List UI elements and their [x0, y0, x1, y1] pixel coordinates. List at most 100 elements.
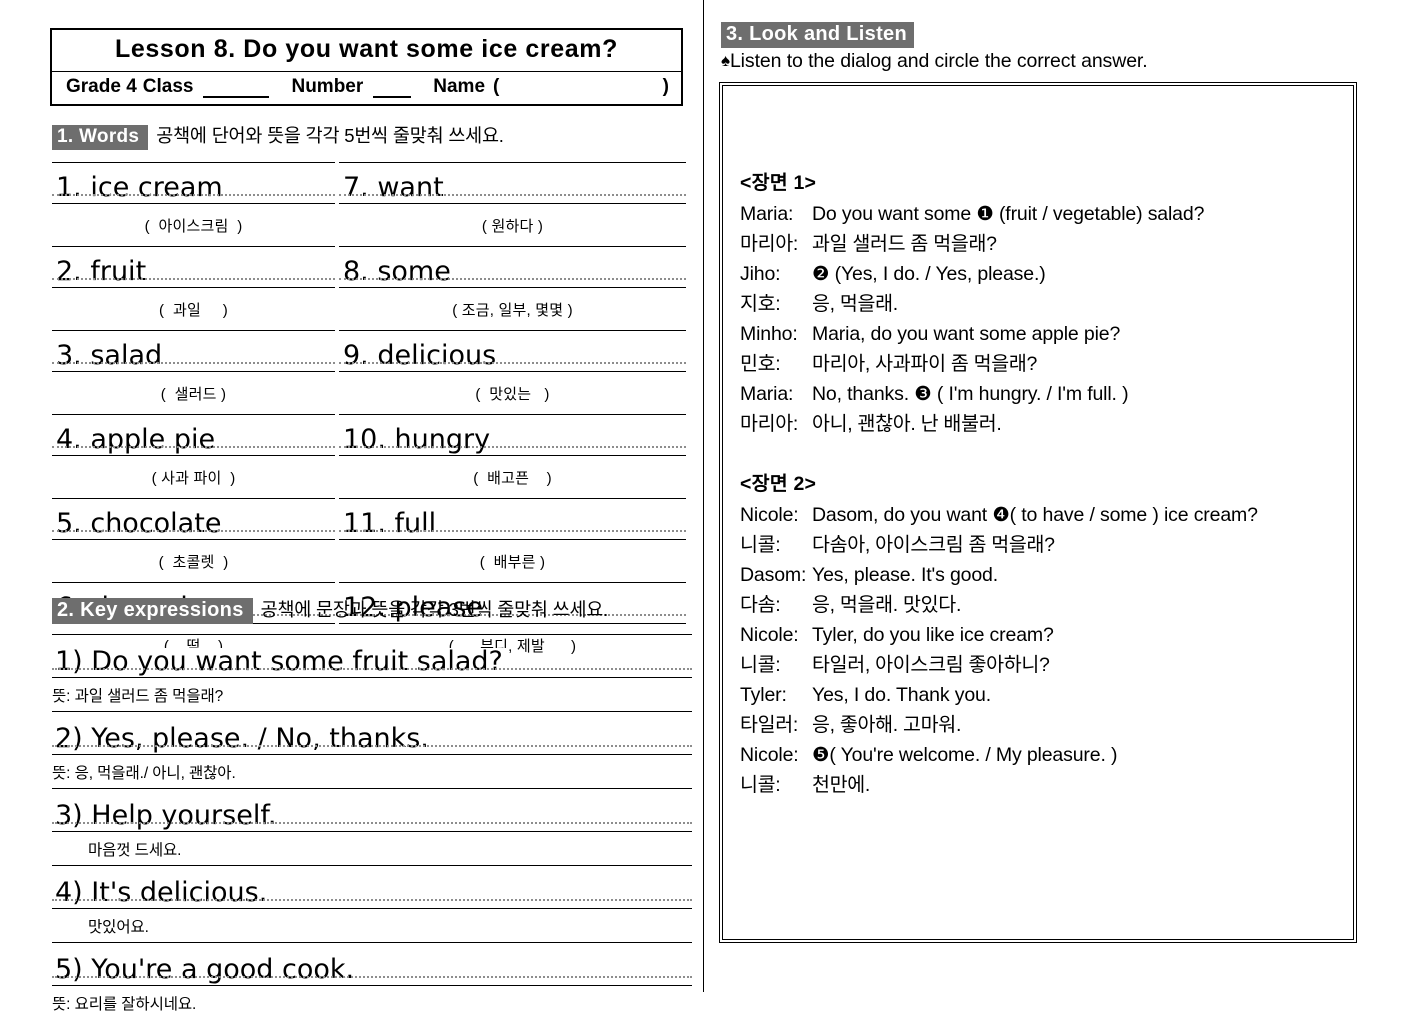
word-term: 3. salad: [56, 342, 166, 370]
listen-instruction-text: Listen to the dialog and circle the corr…: [729, 50, 1148, 72]
word-meaning: ( 맛있는 ): [475, 385, 550, 403]
dialog-text[interactable]: 응, 좋아해. 고마워.: [812, 710, 961, 740]
expression-writing-line[interactable]: 2) Yes, please. / No, thanks.: [52, 711, 692, 756]
number-input-blank[interactable]: [373, 82, 412, 98]
dialog-text[interactable]: ❷ (Yes, I do. / Yes, please.): [812, 259, 1046, 289]
expression-writing-line[interactable]: 5) You're a good cook.: [52, 942, 692, 987]
word-entry: 7. want ( 원하다 ): [339, 162, 686, 246]
word-entry: 9. delicious ( 맛있는 ): [339, 330, 686, 414]
dialog-speaker: 마리아:: [740, 413, 799, 436]
word-meaning: ( 아이스크림 ): [144, 217, 243, 235]
words-section-header: 1. Words 공책에 단어와 뜻을 각각 5번씩 줄맞춰 쓰세요.: [52, 122, 686, 151]
word-writing-line[interactable]: 3. salad: [52, 330, 335, 373]
dialog-text[interactable]: 과일 샐러드 좀 먹을래?: [812, 229, 997, 259]
right-column: 3. Look and Listen ♠Listen to the dialog…: [712, 0, 1403, 992]
key-section-header: 2. Key expressions 공책에 문장과 뜻을 각각 3번씩 줄맞춰…: [52, 596, 692, 625]
expression-meaning: 뜻: 요리를 잘하시네요.: [52, 995, 197, 1013]
word-writing-line[interactable]: 10. hungry: [339, 414, 686, 457]
name-paren-close: ): [662, 76, 669, 97]
word-term: 2. fruit: [56, 258, 150, 286]
dialog-box: <장면 1> Maria: Do you want some ❶ (fruit / …: [719, 82, 1357, 943]
word-term: 10. hungry: [343, 426, 494, 454]
class-input-blank[interactable]: [203, 82, 270, 98]
listen-section-header: 3. Look and Listen: [721, 22, 914, 49]
dialog-text[interactable]: Yes, please. It's good.: [812, 560, 998, 590]
dialog-text[interactable]: Maria, do you want some apple pie?: [812, 319, 1120, 349]
dialog-text[interactable]: 타일러, 아이스크림 좋아하니?: [812, 650, 1050, 680]
student-info-row: Grade 4 Class Number Name ( ): [52, 72, 681, 104]
expression-sentence: 4) It's delicious.: [55, 879, 272, 907]
dialog-text[interactable]: 응, 먹을래.: [812, 289, 898, 319]
dialog-line: Nicole: ❺( You're welcome. / My pleasure.…: [740, 740, 1345, 770]
word-writing-line[interactable]: 7. want: [339, 162, 686, 205]
dialog-text[interactable]: Dasom, do you want ❹( to have / some ) i…: [812, 500, 1258, 530]
grade-label: Grade 4: [66, 76, 137, 97]
dialog-text[interactable]: Do you want some ❶ (fruit / vegetable) s…: [812, 199, 1204, 229]
dialog-line: Minho: Maria, do you want some apple pie?: [740, 319, 1345, 349]
dialog-speaker: Jiho:: [740, 263, 781, 286]
dialog-line: Maria: Do you want some ❶ (fruit / vegeta…: [740, 199, 1345, 229]
dialog-text[interactable]: 응, 먹을래. 맛있다.: [812, 590, 961, 620]
expression-meaning: 뜻: 과일 샐러드 좀 먹을래?: [52, 687, 224, 705]
dialog-speaker: 니콜:: [740, 534, 781, 557]
word-term: 4. apple pie: [56, 426, 219, 454]
dialog-speaker: Dasom:: [740, 564, 807, 587]
word-writing-line[interactable]: 1. ice cream: [52, 162, 335, 205]
word-meaning: ( 원하다 ): [481, 217, 544, 235]
dialog-speaker: 니콜:: [740, 654, 781, 677]
dialog-speaker: 니콜:: [740, 774, 781, 797]
number-label: Number: [291, 76, 364, 97]
expression-writing-line[interactable]: 1) Do you want some fruit salad?: [52, 634, 692, 679]
dialog-text[interactable]: 아니, 괜찮아. 난 배불러.: [812, 409, 1002, 439]
word-writing-line[interactable]: 8. some: [339, 246, 686, 289]
words-section-note: 공책에 단어와 뜻을 각각 5번씩 줄맞춰 쓰세요.: [156, 125, 504, 146]
word-meaning: ( 사과 파이 ): [151, 469, 236, 487]
dialog-speaker: Nicole:: [740, 744, 799, 767]
dialog-text[interactable]: No, thanks. ❸ ( I'm hungry. / I'm full. …: [812, 379, 1129, 409]
expression-writing-line[interactable]: 4) It's delicious.: [52, 865, 692, 910]
dialog-speaker: Nicole:: [740, 624, 799, 647]
words-section: 1. Words 공책에 단어와 뜻을 각각 5번씩 줄맞춰 쓰세요. 1. i…: [52, 122, 686, 666]
expression-sentence: 3) Help yourself.: [55, 802, 281, 830]
word-term: 1. ice cream: [56, 174, 226, 202]
word-entry: 1. ice cream ( 아이스크림 ): [52, 162, 335, 246]
word-writing-line[interactable]: 4. apple pie: [52, 414, 335, 457]
key-expressions-list: 1) Do you want some fruit salad? 뜻: 과일 샐러…: [52, 634, 692, 1019]
dialog-line: Jiho: ❷ (Yes, I do. / Yes, please.): [740, 259, 1345, 289]
word-meaning: ( 과일 ): [159, 301, 228, 319]
dialog-line: 마리아: 아니, 괜찮아. 난 배불러.: [740, 409, 1345, 439]
listen-section-chip: 3. Look and Listen: [721, 22, 914, 49]
dialog-text[interactable]: Yes, I do. Thank you.: [812, 680, 991, 710]
spade-icon: ♠: [721, 51, 730, 70]
dialog-line: 니콜: 다솜아, 아이스크림 좀 먹을래?: [740, 530, 1345, 560]
expression-sentence: 5) You're a good cook.: [55, 956, 359, 984]
dialog-line: 다솜: 응, 먹을래. 맛있다.: [740, 590, 1345, 620]
dialog-line: 마리아: 과일 샐러드 좀 먹을래?: [740, 229, 1345, 259]
dialog-text[interactable]: 다솜아, 아이스크림 좀 먹을래?: [812, 530, 1055, 560]
dialog-line: 니콜: 천만에.: [740, 770, 1345, 800]
listen-instruction: ♠Listen to the dialog and circle the cor…: [721, 50, 1148, 73]
worksheet-page: Lesson 8. Do you want some ice cream? Gr…: [0, 0, 1403, 1013]
word-writing-line[interactable]: 5. chocolate: [52, 498, 335, 541]
key-section-chip: 2. Key expressions: [52, 598, 253, 625]
expression-meaning: 맛있어요.: [88, 918, 149, 936]
dialog-text[interactable]: Tyler, do you like ice cream?: [812, 620, 1054, 650]
page-title: Lesson 8. Do you want some ice cream?: [52, 30, 681, 72]
word-entry: 2. fruit ( 과일 ): [52, 246, 335, 330]
dialog-speaker: Tyler:: [740, 684, 787, 707]
word-writing-line[interactable]: 11. full: [339, 498, 686, 541]
word-writing-line[interactable]: 9. delicious: [339, 330, 686, 373]
expression-writing-line[interactable]: 3) Help yourself.: [52, 788, 692, 833]
dialog-text[interactable]: ❺( You're welcome. / My pleasure. ): [812, 740, 1117, 770]
dialog-text[interactable]: 마리아, 사과파이 좀 먹을래?: [812, 349, 1037, 379]
dialog-speaker: Nicole:: [740, 504, 799, 527]
expression-sentence: 2) Yes, please. / No, thanks.: [55, 725, 433, 753]
word-term: 8. some: [343, 258, 454, 286]
class-label: Class: [142, 76, 194, 97]
dialog-speaker: 타일러:: [740, 714, 799, 737]
word-meaning: ( 초콜렛 ): [158, 553, 229, 571]
dialog-line: Dasom: Yes, please. It's good.: [740, 560, 1345, 590]
dialog-text[interactable]: 천만에.: [812, 770, 870, 800]
word-entry: 10. hungry ( 배고픈 ): [339, 414, 686, 498]
word-writing-line[interactable]: 2. fruit: [52, 246, 335, 289]
